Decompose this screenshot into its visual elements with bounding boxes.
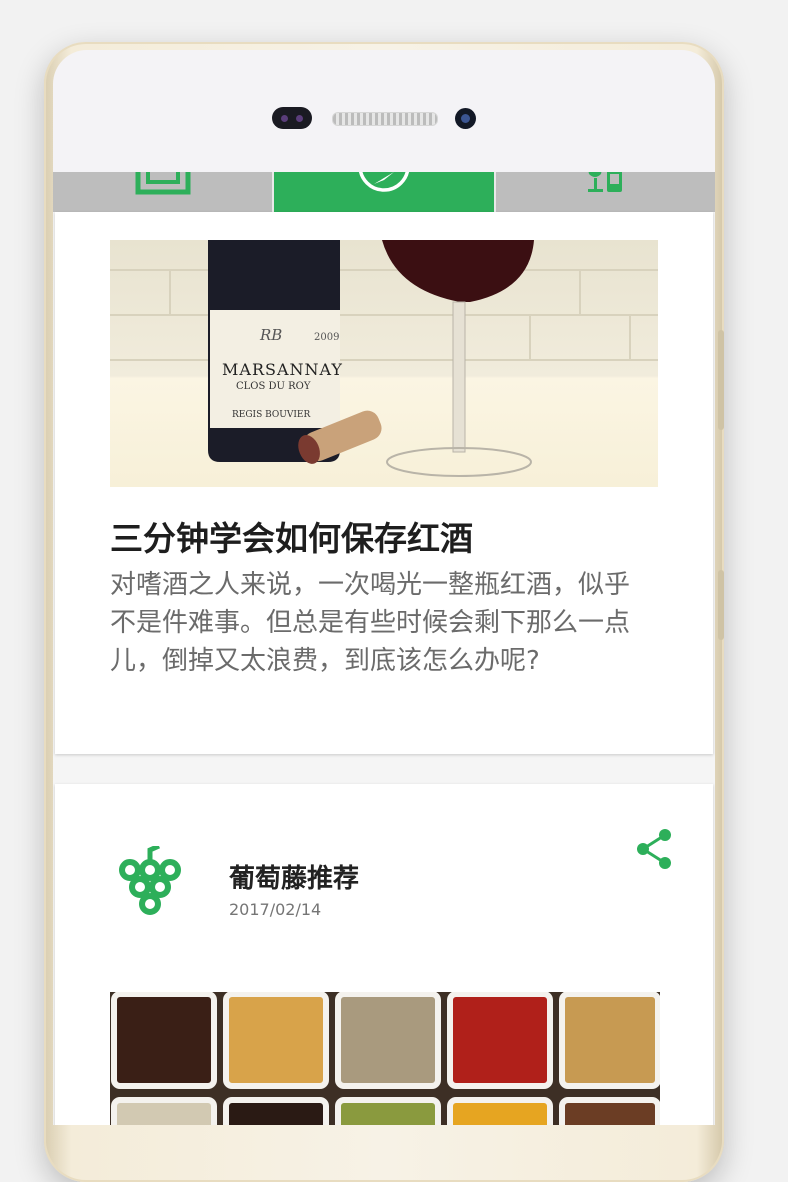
wine-bottle-glass-photo: RB 2009 MARSANNAY CLOS DU ROY REGIS BOUV… — [110, 240, 658, 487]
spices-photo[interactable] — [110, 992, 660, 1125]
article-card[interactable]: RB 2009 MARSANNAY CLOS DU ROY REGIS BOUV… — [55, 212, 713, 754]
grape-logo-icon — [117, 843, 183, 922]
front-camera-icon — [455, 108, 476, 129]
label-title: MARSANNAY — [222, 360, 343, 379]
share-icon[interactable] — [635, 828, 675, 874]
earpiece-speaker-icon — [332, 112, 438, 126]
volume-button — [718, 330, 724, 430]
label-subtitle: CLOS DU ROY — [236, 381, 311, 392]
post-card[interactable]: 葡萄藤推荐 2017/02/14 — [55, 784, 713, 1125]
tab-frames[interactable] — [53, 172, 275, 212]
power-button — [718, 570, 724, 640]
tab-bar — [53, 172, 715, 212]
photo-frame-icon — [135, 172, 191, 195]
label-producer: REGIS BOUVIER — [232, 410, 311, 420]
article-description: 对嗜酒之人来说，一次喝光一整瓶红酒，似乎不是件难事。但总是有些时候会剩下那么一点… — [110, 570, 631, 676]
wine-glass-bottle-icon — [588, 172, 623, 192]
label-initials: RB — [260, 326, 283, 344]
front-sensor-icon — [272, 107, 312, 129]
tab-wine[interactable] — [496, 172, 715, 212]
app-screen: RB 2009 MARSANNAY CLOS DU ROY REGIS BOUV… — [53, 172, 715, 1125]
article-title[interactable]: 三分钟学会如何保存红酒 — [110, 512, 670, 560]
phone-top-bezel — [53, 50, 715, 172]
tab-discover[interactable] — [274, 172, 496, 212]
post-author[interactable]: 葡萄藤推荐 — [229, 858, 359, 895]
compass-icon — [358, 172, 410, 192]
label-year: 2009 — [314, 332, 340, 343]
post-date: 2017/02/14 — [229, 900, 322, 919]
